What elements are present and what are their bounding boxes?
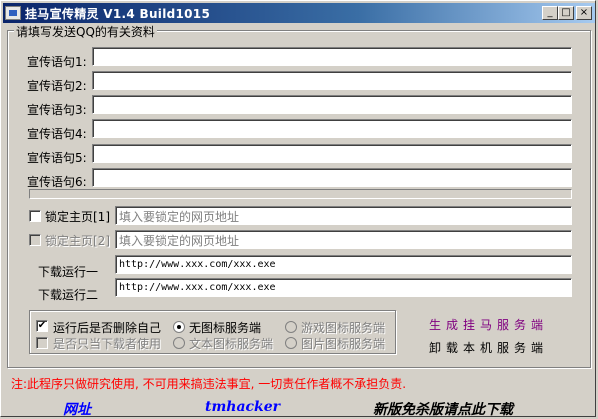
slogan-label-4: 宣传语句4: (27, 127, 87, 141)
slogan-input-4[interactable] (92, 119, 572, 138)
slogan-label-3: 宣传语句3: (27, 103, 87, 117)
lock-home-1-label: 锁定主页[1] (45, 210, 110, 224)
radio-text-icon-label: 文本图标服务端 (189, 337, 274, 351)
window-title: 挂马宣传精灵 V1.4 Build1015 (25, 6, 211, 21)
slogan-input-5[interactable] (92, 144, 572, 163)
delete-self-checkbox[interactable]: ✔ (36, 320, 48, 332)
lock-home-1-input[interactable]: 填入要锁定的网页地址 (115, 206, 572, 225)
uninstall-server-button[interactable]: 卸载本机服务端 (429, 339, 548, 356)
minimize-icon: _ (547, 7, 553, 18)
radio-game-icon[interactable] (285, 321, 297, 333)
app-icon (5, 6, 21, 20)
lock-home-2-input[interactable]: 填入要锁定的网页地址 (115, 230, 572, 249)
close-icon: × (579, 7, 589, 18)
only-downloader-label: 是否只当下载者使用 (53, 337, 162, 351)
qq-group-legend: 请填写发送QQ的有关资料 (14, 23, 157, 40)
download-label-2: 下载运行二 (38, 288, 99, 302)
radio-image-icon[interactable] (285, 337, 297, 349)
website-link[interactable]: 网址 (63, 399, 91, 419)
horizontal-scrollbar[interactable] (29, 189, 572, 199)
close-button[interactable]: × (576, 6, 592, 20)
author-link[interactable]: tmhacker (205, 399, 280, 415)
slogan-label-5: 宣传语句5: (27, 151, 87, 165)
generate-server-button[interactable]: 生成挂马服务端 (429, 316, 548, 333)
radio-no-icon-label: 无图标服务端 (189, 321, 262, 335)
slogan-input-1[interactable] (92, 47, 572, 66)
lock-home-2-checkbox[interactable] (29, 234, 41, 246)
download-label-1: 下载运行一 (38, 265, 99, 279)
slogan-input-2[interactable] (92, 71, 572, 90)
slogan-input-3[interactable] (92, 95, 572, 114)
slogan-label-2: 宣传语句2: (27, 79, 87, 93)
radio-text-icon[interactable] (173, 337, 185, 349)
maximize-icon: □ (561, 7, 571, 18)
lock-home-2-label: 锁定主页[2] (45, 234, 110, 248)
radio-no-icon[interactable] (173, 321, 185, 333)
main-window: 挂马宣传精灵 V1.4 Build1015 _ □ × 请填写发送QQ的有关资料… (0, 0, 596, 419)
radio-game-icon-label: 游戏图标服务端 (301, 321, 386, 335)
window-controls: _ □ × (542, 6, 592, 20)
check-mark-icon: ✔ (37, 320, 47, 331)
download-input-2[interactable]: http://www.xxx.com/xxx.exe (115, 278, 572, 297)
slogan-input-6[interactable] (92, 168, 572, 187)
delete-self-label: 运行后是否删除自己 (53, 321, 162, 335)
download-new-version-link[interactable]: 新版免杀版请点此下载 (373, 399, 513, 419)
radio-image-icon-label: 图片图标服务端 (301, 337, 386, 351)
title-bar[interactable]: 挂马宣传精灵 V1.4 Build1015 _ □ × (3, 3, 595, 23)
slogan-label-6: 宣传语句6: (27, 175, 87, 189)
slogan-label-1: 宣传语句1: (27, 55, 87, 69)
lock-home-1-checkbox[interactable] (29, 210, 41, 222)
disclaimer-text: 注:此程序只做研究使用, 不可用来搞违法事宜, 一切责任作者概不承担负责. (11, 377, 407, 391)
minimize-button[interactable]: _ (542, 6, 558, 20)
download-input-1[interactable]: http://www.xxx.com/xxx.exe (115, 255, 572, 274)
only-downloader-checkbox[interactable] (36, 337, 48, 349)
maximize-button[interactable]: □ (558, 6, 574, 20)
